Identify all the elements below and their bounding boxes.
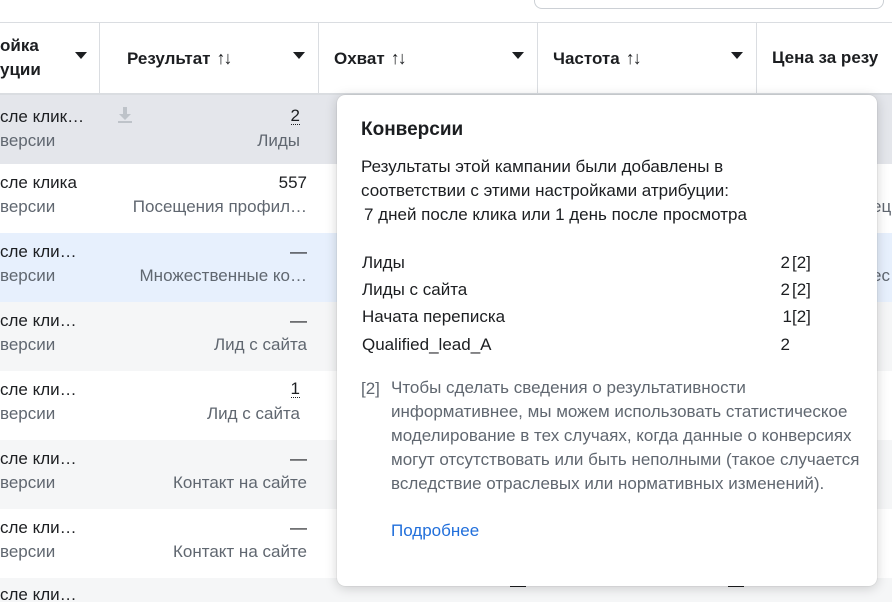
- chevron-down-icon[interactable]: [293, 52, 305, 59]
- attribution-setting: сле клик…: [0, 107, 85, 126]
- attribution-setting: сле кли…: [0, 380, 77, 399]
- result-label: Лид с сайта: [213, 335, 307, 354]
- result-label: Множественные ко…: [139, 266, 307, 285]
- intro-line: 7 дней после клика или 1 день после прос…: [364, 205, 747, 224]
- conversion-name: Qualified_lead_A: [362, 335, 492, 354]
- column-header-reach[interactable]: Охват ↑↓: [319, 23, 538, 93]
- conversion-name: Начата переписка: [362, 307, 506, 326]
- conversion-note: [2]: [792, 253, 811, 272]
- column-header-cost-per-result[interactable]: Цена за резу: [757, 23, 892, 93]
- attribution-type: версии: [0, 335, 56, 354]
- footnote-marker: [2]: [361, 379, 380, 398]
- intro-line: соответствии с этими настройками атрибуц…: [361, 181, 729, 200]
- attribution-setting: сле кли…: [0, 518, 77, 537]
- footnote-text: Чтобы сделать сведения о результативност…: [391, 378, 860, 493]
- conversion-row: Лиды с сайта 2 [2]: [362, 280, 822, 306]
- attribution-type: версии: [0, 131, 56, 150]
- column-header-result[interactable]: Результат ↑↓: [100, 23, 319, 93]
- attribution-type: версии: [0, 197, 56, 216]
- attribution-setting: сле кли…: [0, 311, 77, 330]
- intro-line: Результаты этой кампании были добавлены …: [361, 157, 724, 176]
- result-value: —: [290, 311, 307, 330]
- conversion-name: Лиды: [362, 253, 405, 272]
- attribution-type: версии: [0, 266, 56, 285]
- attribution-setting: сле клика: [0, 173, 77, 192]
- conversions-popover: Конверсии Результаты этой кампании были …: [337, 95, 877, 586]
- column-label-frequency: Частота: [553, 49, 620, 68]
- result-label: Лид с сайта: [206, 404, 300, 423]
- conversion-value: 2: [780, 280, 790, 299]
- table-header: ойка уции Результат ↑↓ Охват ↑↓ Частота ↑↓ …: [0, 23, 892, 95]
- popover-title: Конверсии: [361, 119, 464, 140]
- result-value[interactable]: 2: [290, 107, 300, 125]
- result-label: Контакт на сайте: [173, 473, 307, 492]
- conversion-row: Лиды 2 [2]: [362, 253, 822, 279]
- top-strip: [0, 0, 892, 23]
- sort-icon[interactable]: ↑↓: [391, 48, 407, 68]
- column-label-cost-per-result: Цена за резу: [772, 48, 879, 67]
- result-value: 557: [278, 173, 307, 192]
- sort-icon[interactable]: ↑↓: [626, 48, 642, 68]
- attribution-type: версии: [0, 404, 56, 423]
- conversion-row: Qualified_lead_A 2: [362, 335, 822, 361]
- attribution-type: версии: [0, 473, 56, 492]
- column-label-reach: Охват: [334, 49, 385, 68]
- chevron-down-icon[interactable]: [731, 52, 743, 59]
- result-label: Контакт на сайте: [173, 542, 307, 561]
- column-label-attribution-line1: ойка: [0, 36, 39, 55]
- conversion-value: 1: [782, 307, 792, 326]
- result-value: —: [290, 449, 307, 468]
- conversion-row: Начата переписка 1 [2]: [362, 307, 822, 333]
- conversion-value: 2: [780, 253, 790, 272]
- result-label: Лиды: [257, 131, 300, 150]
- conversion-note: [2]: [792, 280, 811, 299]
- attribution-setting: сле кли…: [0, 585, 77, 604]
- chevron-down-icon[interactable]: [512, 52, 524, 59]
- chevron-down-icon[interactable]: [75, 52, 87, 59]
- result-label: Посещения профил…: [132, 197, 307, 216]
- result-value: —: [290, 242, 307, 261]
- result-value: —: [290, 518, 307, 537]
- popover-intro: Результаты этой кампании были добавлены …: [361, 155, 841, 227]
- download-icon[interactable]: [116, 105, 134, 125]
- conversion-name: Лиды с сайта: [362, 280, 468, 299]
- sort-icon[interactable]: ↑↓: [217, 48, 233, 68]
- column-label-result: Результат: [127, 49, 211, 68]
- column-header-attribution[interactable]: ойка уции: [0, 23, 100, 93]
- column-header-frequency[interactable]: Частота ↑↓: [538, 23, 757, 93]
- attribution-setting: сле кли…: [0, 242, 77, 261]
- conversion-note: [2]: [792, 307, 811, 326]
- attribution-type: версии: [0, 542, 56, 561]
- attribution-setting: сле кли…: [0, 449, 77, 468]
- learn-more-link[interactable]: Подробнее: [391, 521, 479, 541]
- conversion-value: 2: [780, 335, 790, 354]
- search-input[interactable]: [534, 0, 884, 9]
- result-value[interactable]: 1: [290, 380, 300, 398]
- column-label-attribution-line2: уции: [0, 60, 41, 79]
